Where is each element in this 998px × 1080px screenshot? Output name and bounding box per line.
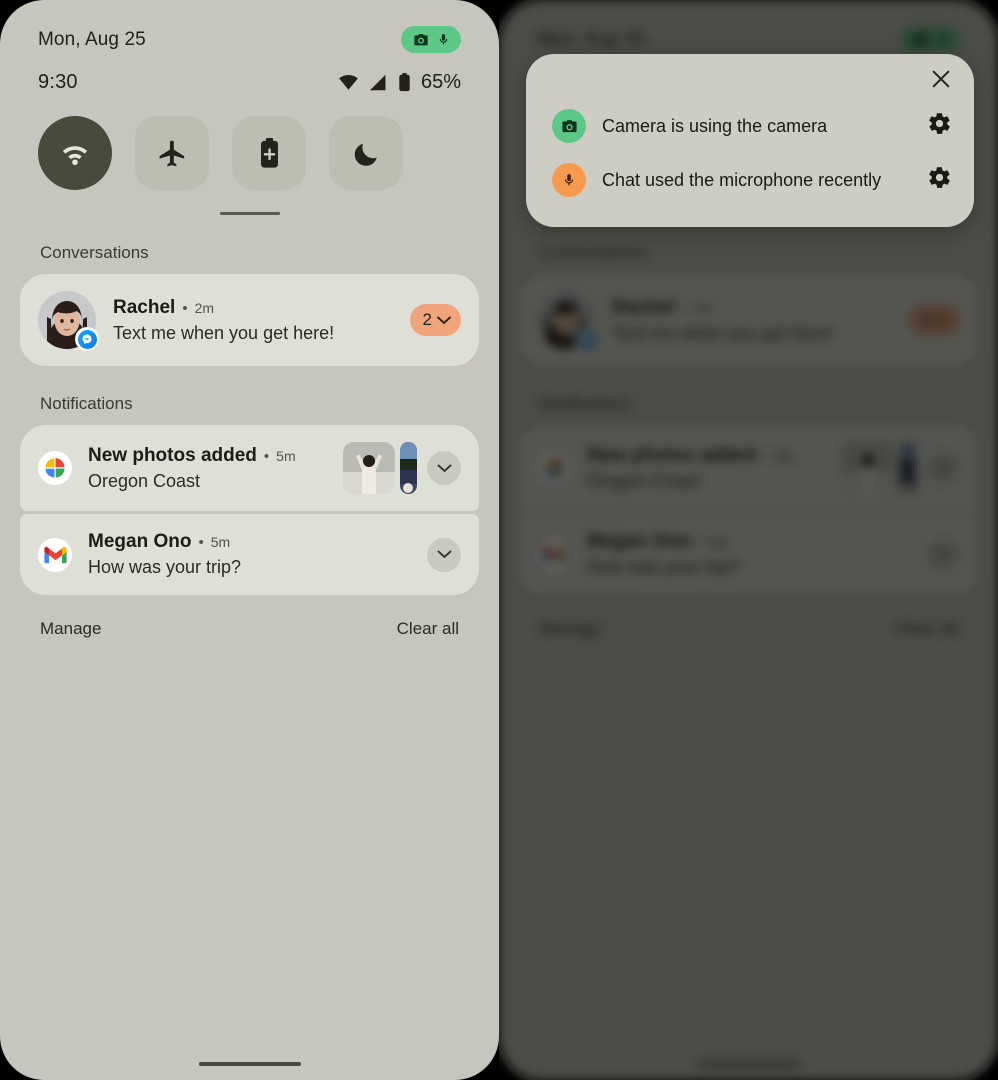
cellular-signal-icon	[369, 74, 386, 91]
microphone-usage-icon-bg	[552, 163, 586, 197]
close-icon	[932, 70, 950, 88]
expand-notification-button[interactable]	[427, 451, 461, 485]
notification-time: 5m	[276, 447, 296, 464]
wifi-icon	[62, 145, 88, 165]
notifications-list: New photos added • 5m Oregon Coast Megan…	[0, 425, 499, 595]
separator-dot: •	[198, 534, 204, 551]
privacy-indicator-pill[interactable]	[401, 26, 461, 53]
microphone-settings-button[interactable]	[927, 165, 952, 195]
quick-tile-wifi[interactable]	[38, 116, 112, 190]
camera-icon	[561, 119, 577, 132]
photo-thumbnail	[343, 442, 395, 494]
shade-drag-handle[interactable]	[219, 212, 280, 215]
privacy-row-label: Camera is using the camera	[602, 115, 828, 136]
avatar	[38, 291, 99, 351]
notification-body: How was your trip?	[88, 557, 242, 577]
phone-screen: Mon, Aug 25 9:30 65% Conversations Rache…	[0, 0, 499, 1080]
gesture-nav-bar	[0, 1062, 499, 1066]
notification-text: Megan Ono • 5m How was your trip?	[72, 531, 427, 578]
badge-count: 2	[422, 310, 432, 329]
privacy-row-microphone[interactable]: Chat used the microphone recently	[526, 153, 974, 207]
messenger-icon	[75, 327, 99, 351]
manage-button[interactable]: Manage	[40, 619, 101, 639]
photo-thumbnail	[400, 442, 417, 494]
conversations-list: Rachel • 2m Text me when you get here! 2	[0, 274, 499, 366]
status-time: 9:30	[38, 71, 78, 93]
notification-row[interactable]: New photos added • 5m Oregon Coast	[20, 425, 479, 511]
notification-time: 5m	[210, 534, 231, 550]
notification-title: New photos added	[88, 444, 257, 466]
quick-settings-tiles	[0, 94, 499, 190]
battery-saver-icon	[260, 137, 278, 168]
google-photos-icon	[38, 451, 72, 485]
chevron-down-icon	[437, 550, 451, 559]
notification-shade-panel: Mon, Aug 25 9:30 65% Conversations Rache…	[0, 0, 499, 1080]
conversations-header: Conversations	[40, 243, 149, 262]
notification-row[interactable]: Megan Ono • 5m How was your trip?	[20, 514, 479, 595]
privacy-row-camera[interactable]: Camera is using the camera	[526, 99, 974, 153]
gear-icon	[929, 167, 950, 188]
notification-title: Megan Ono	[88, 531, 192, 552]
moon-icon	[354, 143, 377, 166]
home-gesture-pill[interactable]	[198, 1062, 301, 1066]
quick-tile-do-not-disturb[interactable]	[329, 116, 403, 190]
camera-icon	[414, 33, 428, 45]
gear-icon	[929, 113, 950, 134]
quick-tile-battery-saver[interactable]	[232, 116, 306, 190]
microphone-icon	[439, 34, 448, 45]
expand-notification-button[interactable]	[427, 537, 461, 572]
battery-percent: 65%	[420, 71, 461, 93]
quick-tile-airplane-mode[interactable]	[135, 116, 209, 190]
notification-thumbnails[interactable]	[343, 442, 417, 494]
conversation-time: 2m	[194, 299, 215, 316]
status-date: Mon, Aug 25	[38, 28, 146, 50]
microphone-icon	[564, 174, 574, 186]
privacy-row-label: Chat used the microphone recently	[602, 169, 882, 190]
chevron-down-icon	[437, 315, 451, 324]
separator-dot: •	[182, 299, 188, 317]
conversation-message: Text me when you get here!	[113, 322, 335, 343]
privacy-dialog: Camera is using the camera Chat used the…	[526, 54, 974, 227]
close-button[interactable]	[930, 68, 952, 95]
notification-text: New photos added • 5m Oregon Coast	[72, 445, 343, 492]
conversation-text: Rachel • 2m Text me when you get here!	[96, 297, 410, 344]
airplane-icon	[159, 140, 184, 166]
conversation-sender: Rachel	[113, 296, 176, 318]
chevron-down-icon	[437, 463, 451, 472]
notifications-header: Notifications	[40, 394, 133, 413]
battery-icon	[399, 73, 410, 92]
wifi-icon	[339, 74, 358, 90]
conversation-row[interactable]: Rachel • 2m Text me when you get here! 2	[20, 274, 479, 366]
gmail-icon	[38, 537, 72, 572]
clear-all-button[interactable]: Clear all	[397, 619, 459, 639]
separator-dot: •	[263, 447, 270, 465]
status-bar: Mon, Aug 25 9:30	[0, 0, 499, 94]
shade-footer-actions: Manage Clear all	[0, 595, 499, 639]
screenshot-root: Mon, Aug 25 9:30 65% Conversations Rache…	[0, 0, 998, 1080]
camera-settings-button[interactable]	[927, 111, 952, 141]
conversation-count-badge[interactable]: 2	[409, 304, 461, 336]
camera-usage-icon-bg	[552, 109, 586, 143]
shade-drag-handle-wrap	[0, 190, 499, 215]
notification-body: Oregon Coast	[88, 470, 201, 491]
privacy-dialog-panel: Mon, Aug 25 9:30	[499, 0, 998, 1080]
